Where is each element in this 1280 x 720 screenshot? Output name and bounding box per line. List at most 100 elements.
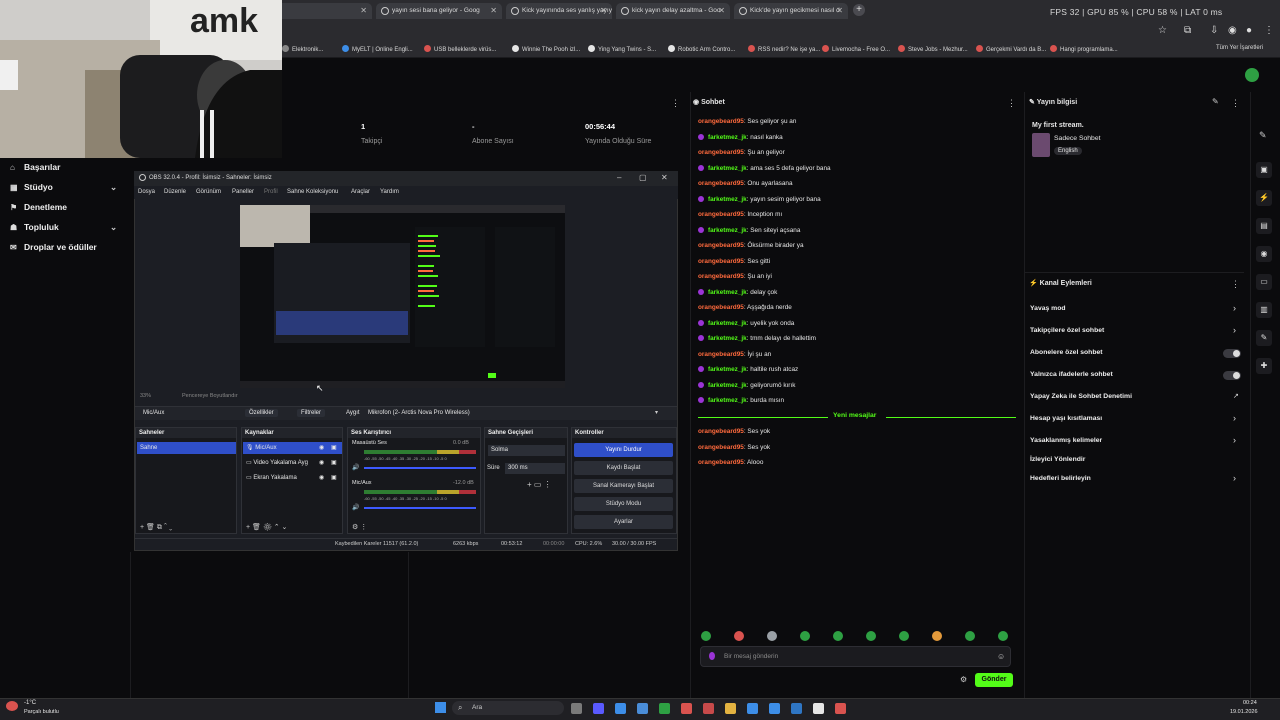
chat-username[interactable]: orangebeard95 xyxy=(698,304,744,311)
control-button[interactable]: Ayarlar xyxy=(574,515,673,529)
volume-slider[interactable] xyxy=(364,507,476,509)
chat-username[interactable]: orangebeard95 xyxy=(698,211,744,218)
bookmark-link[interactable]: RSS nedir? Ne işe ya... xyxy=(748,45,820,53)
channel-action-item[interactable]: Takipçilere özel sohbet xyxy=(1030,327,1104,334)
browser-tab[interactable]: yayın sesi bana geliyor - Goog ✕ xyxy=(376,3,502,19)
speaker-icon[interactable]: 🔊 xyxy=(352,504,359,511)
obs-menu-item[interactable]: Yardım xyxy=(380,189,399,195)
chevron-right-icon[interactable]: › xyxy=(1233,473,1236,483)
rail-icon[interactable]: ▣ xyxy=(1256,162,1272,178)
chat-username[interactable]: orangebeard95 xyxy=(698,118,744,125)
nav-item[interactable]: ⌂ Başarılar xyxy=(10,162,60,172)
obs-menu-item[interactable]: Görünüm xyxy=(196,189,221,195)
chat-username[interactable]: orangebeard95 xyxy=(698,444,744,451)
chat-username[interactable]: farketmez_jk xyxy=(708,165,747,172)
browser-tab[interactable]: Kick yayınında ses yanlış yayıy ✕ xyxy=(506,3,612,19)
emote-icon[interactable] xyxy=(965,631,975,641)
lock-icon[interactable]: ▣ xyxy=(331,474,337,481)
chat-username[interactable]: orangebeard95 xyxy=(698,242,744,249)
channel-action-item[interactable]: İzleyici Yönlendir xyxy=(1030,456,1085,463)
rail-icon[interactable]: ▤ xyxy=(1256,218,1272,234)
chevron-down-icon[interactable]: ▾ xyxy=(655,409,658,416)
rail-icon[interactable]: ✎ xyxy=(1256,330,1272,346)
browser-tab[interactable]: kick yayın delay azaltma - Goo ✕ xyxy=(616,3,730,19)
all-bookmarks-link[interactable]: Tüm Yer İşaretleri xyxy=(1216,45,1263,51)
emote-icon[interactable] xyxy=(899,631,909,641)
nav-item[interactable]: ☗ Topluluk ⌄ xyxy=(10,222,117,232)
user-avatar[interactable] xyxy=(1245,68,1259,82)
zoom-level[interactable]: 33% xyxy=(140,393,151,399)
chat-username[interactable]: farketmez_jk xyxy=(708,196,747,203)
rail-icon[interactable]: ◉ xyxy=(1256,246,1272,262)
word-icon[interactable] xyxy=(747,703,758,714)
chat-menu-icon[interactable]: ⋮ xyxy=(1007,98,1016,109)
channel-action-item[interactable]: Yapay Zeka ile Sohbet Denetimi xyxy=(1030,393,1132,400)
profile-icon[interactable]: ● xyxy=(1246,25,1252,36)
chat-username[interactable]: farketmez_jk xyxy=(708,289,747,296)
star-icon[interactable]: ☆ xyxy=(1158,25,1167,36)
taskbar-search[interactable]: ⌕ Ara xyxy=(452,701,564,715)
chat-username[interactable]: farketmez_jk xyxy=(708,335,747,342)
emote-icon[interactable] xyxy=(932,631,942,641)
bookmark-link[interactable]: Steve Jobs - Mezhur... xyxy=(898,45,968,53)
close-icon[interactable]: ✕ xyxy=(661,173,668,182)
close-tab-icon[interactable]: ✕ xyxy=(836,3,843,19)
close-tab-icon[interactable]: ✕ xyxy=(718,3,725,19)
chat-username[interactable]: orangebeard95 xyxy=(698,258,744,265)
edge-icon[interactable] xyxy=(615,703,626,714)
external-link-icon[interactable]: ↗ xyxy=(1233,392,1239,400)
bookmark-link[interactable]: Winnie The Pooh izl... xyxy=(512,45,580,53)
scene-item[interactable]: Sahne xyxy=(137,442,236,454)
eye-icon[interactable]: ◉ xyxy=(319,444,324,451)
control-button[interactable]: Yayını Durdur xyxy=(574,443,673,457)
obs-menu-item[interactable]: Profil xyxy=(264,189,278,195)
source-item[interactable]: 🎙 Mic/Aux xyxy=(246,444,340,454)
obs-menu-item[interactable]: Paneller xyxy=(232,189,254,195)
channel-action-item[interactable]: Yalnızca ifadelerle sohbet xyxy=(1030,371,1113,378)
chevron-right-icon[interactable]: › xyxy=(1233,325,1236,335)
outlook-icon[interactable] xyxy=(769,703,780,714)
extensions-icon[interactable]: ⧉ xyxy=(1184,25,1191,36)
properties-button[interactable]: Özellikler xyxy=(245,409,278,417)
chat-username[interactable]: orangebeard95 xyxy=(698,351,744,358)
emote-icon[interactable] xyxy=(833,631,843,641)
channel-action-item[interactable]: Abonelere özel sohbet xyxy=(1030,349,1103,356)
bookmark-link[interactable]: MyELT | Online Engli... xyxy=(342,45,413,53)
chevron-right-icon[interactable]: › xyxy=(1233,303,1236,313)
chrome-icon[interactable] xyxy=(659,703,670,714)
close-tab-icon[interactable]: ✕ xyxy=(360,3,367,19)
transition-select[interactable]: Solma xyxy=(488,445,565,456)
chat-username[interactable]: farketmez_jk xyxy=(708,134,747,141)
pencil-icon[interactable]: ✎ xyxy=(1259,130,1267,141)
source-item[interactable]: ▭ Ekran Yakalama xyxy=(246,474,340,484)
add-icon[interactable]: + 🗑 ⧉ ⌃ ⌄ xyxy=(140,523,172,532)
obs-preview[interactable] xyxy=(240,205,565,388)
chat-settings-icon[interactable]: ⚙ xyxy=(960,675,967,684)
youtube-icon[interactable] xyxy=(681,703,692,714)
vscode-icon[interactable] xyxy=(791,703,802,714)
bookmark-link[interactable]: Hangi programlama... xyxy=(1050,45,1118,53)
chat-username[interactable]: orangebeard95 xyxy=(698,180,744,187)
emote-icon[interactable] xyxy=(767,631,777,641)
add-icon[interactable]: + 🗑 ⚙ ⌃ ⌄ xyxy=(246,523,287,531)
close-tab-icon[interactable]: ✕ xyxy=(600,3,607,19)
chevron-right-icon[interactable]: › xyxy=(1233,413,1236,423)
chat-username[interactable]: farketmez_jk xyxy=(708,227,747,234)
chat-username[interactable]: orangebeard95 xyxy=(698,459,744,466)
menu-icon[interactable]: ⋮ xyxy=(1264,25,1274,36)
obs-menu-item[interactable]: Dosya xyxy=(138,189,155,195)
control-button[interactable]: Stüdyo Modu xyxy=(574,497,673,511)
chat-username[interactable]: farketmez_jk xyxy=(708,397,747,404)
app-icon[interactable] xyxy=(835,703,846,714)
add-icon[interactable]: + ▭ ⋮ xyxy=(527,480,552,489)
eye-icon[interactable]: ◉ xyxy=(319,474,324,481)
emote-icon[interactable] xyxy=(701,631,711,641)
bookmark-link[interactable]: Ying Yang Twins - S... xyxy=(588,45,656,53)
emote-icon[interactable] xyxy=(734,631,744,641)
nav-item[interactable]: ⚑ Denetleme xyxy=(10,202,67,212)
maximize-icon[interactable]: ▢ xyxy=(639,173,647,182)
chevron-right-icon[interactable]: › xyxy=(1233,435,1236,445)
obs-menu-item[interactable]: Düzenle xyxy=(164,189,186,195)
filters-button[interactable]: Filtreler xyxy=(297,409,326,417)
channel-action-item[interactable]: Hedefleri belirleyin xyxy=(1030,475,1091,482)
